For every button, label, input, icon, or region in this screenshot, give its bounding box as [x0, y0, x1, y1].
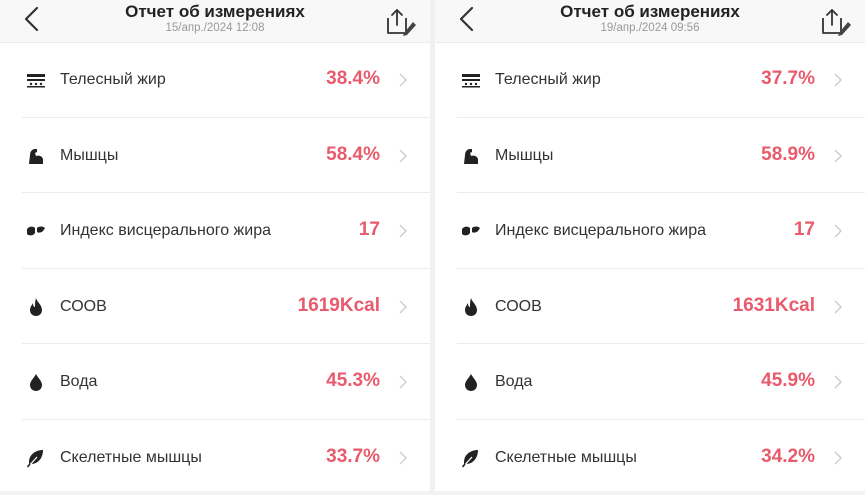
chevron-left-icon: [459, 6, 474, 32]
flame-icon: [461, 297, 481, 317]
measurement-list: Телесный жир 38.4% Мышцы 58.4% Индекс ви…: [0, 42, 430, 495]
measurement-list: Телесный жир 37.7% Мышцы 58.9% Индекс ви…: [435, 42, 865, 495]
chevron-right-icon: [398, 223, 408, 239]
measurement-row-water[interactable]: Вода 45.3%: [0, 344, 430, 420]
back-button[interactable]: [457, 4, 477, 34]
measurement-row-bmr[interactable]: СООВ 1619Kcal: [0, 269, 430, 345]
bottom-strip: [0, 491, 430, 495]
leaf-icon: [26, 448, 46, 468]
chevron-left-icon: [24, 6, 39, 32]
measurement-label: СООВ: [60, 297, 107, 315]
measurement-row-visceral-fat[interactable]: Индекс висцерального жира 17: [0, 193, 430, 269]
measurement-row-skeletal-muscle[interactable]: Скелетные мышцы 34.2%: [435, 420, 865, 495]
measurement-date: 19/апр./2024 09:56: [600, 22, 700, 34]
chevron-right-icon: [833, 223, 843, 239]
report-header: Отчет об измерениях 19/апр./2024 09:56: [435, 0, 865, 43]
measurement-row-muscle[interactable]: Мышцы 58.4%: [0, 118, 430, 194]
chevron-right-icon: [833, 148, 843, 164]
measurement-value: 38.4%: [326, 68, 380, 89]
share-edit-icon: [822, 9, 851, 36]
chevron-right-icon: [398, 148, 408, 164]
body-fat-icon: [26, 70, 46, 90]
measurement-label: Телесный жир: [60, 71, 166, 88]
chevron-right-icon: [833, 72, 843, 88]
measurement-row-body-fat[interactable]: Телесный жир 38.4%: [0, 42, 430, 118]
chevron-right-icon: [833, 450, 843, 466]
measurement-row-water[interactable]: Вода 45.9%: [435, 344, 865, 420]
measurement-label: СООВ: [495, 297, 542, 315]
leaf-icon: [461, 448, 481, 468]
measurement-value: 1619Kcal: [297, 294, 380, 316]
chevron-right-icon: [398, 374, 408, 390]
measurement-label: Индекс висцерального жира: [60, 222, 271, 240]
measurement-report-panel: Отчет об измерениях 15/апр./2024 12:08 Т…: [0, 0, 430, 495]
measurement-value: 58.9%: [761, 143, 815, 165]
chevron-right-icon: [833, 374, 843, 390]
report-header: Отчет об измерениях 15/апр./2024 12:08: [0, 0, 430, 43]
measurement-value: 45.9%: [761, 370, 815, 392]
share-edit-icon: [387, 9, 416, 36]
measurement-value: 37.7%: [761, 68, 815, 89]
measurement-value: 58.4%: [326, 143, 380, 165]
chevron-right-icon: [833, 299, 843, 315]
flame-icon: [26, 297, 46, 317]
chevron-right-icon: [398, 72, 408, 88]
measurement-label: Вода: [495, 373, 533, 391]
chevron-right-icon: [398, 299, 408, 315]
measurement-value: 17: [358, 219, 380, 241]
muscle-icon: [461, 146, 481, 166]
muscle-icon: [26, 146, 46, 166]
measurement-row-muscle[interactable]: Мышцы 58.9%: [435, 118, 865, 194]
measurement-row-visceral-fat[interactable]: Индекс висцерального жира 17: [435, 193, 865, 269]
water-drop-icon: [461, 372, 481, 392]
body-fat-icon: [461, 70, 481, 90]
visceral-fat-icon: [26, 221, 46, 241]
measurement-report-panel: Отчет об измерениях 19/апр./2024 09:56 Т…: [435, 0, 865, 495]
measurement-value: 45.3%: [326, 370, 380, 392]
measurement-label: Индекс висцерального жира: [495, 222, 706, 240]
share-button[interactable]: [382, 6, 418, 38]
measurement-value: 17: [793, 219, 815, 241]
measurement-label: Мышцы: [495, 146, 554, 164]
measurement-row-body-fat[interactable]: Телесный жир 37.7%: [435, 42, 865, 118]
measurement-value: 34.2%: [761, 445, 815, 467]
measurement-value: 33.7%: [326, 445, 380, 467]
screenshot-stage: Отчет об измерениях 15/апр./2024 12:08 Т…: [0, 0, 865, 495]
visceral-fat-icon: [461, 221, 481, 241]
bottom-strip: [435, 491, 865, 495]
measurement-label: Скелетные мышцы: [495, 448, 637, 466]
measurement-label: Телесный жир: [495, 71, 601, 88]
back-button[interactable]: [22, 4, 42, 34]
chevron-right-icon: [398, 450, 408, 466]
water-drop-icon: [26, 372, 46, 392]
measurement-date: 15/апр./2024 12:08: [165, 22, 265, 34]
measurement-label: Вода: [60, 373, 98, 391]
share-button[interactable]: [817, 6, 853, 38]
measurement-label: Скелетные мышцы: [60, 448, 202, 466]
measurement-label: Мышцы: [60, 146, 119, 164]
measurement-row-bmr[interactable]: СООВ 1631Kcal: [435, 269, 865, 345]
measurement-row-skeletal-muscle[interactable]: Скелетные мышцы 33.7%: [0, 420, 430, 495]
measurement-value: 1631Kcal: [732, 294, 815, 316]
